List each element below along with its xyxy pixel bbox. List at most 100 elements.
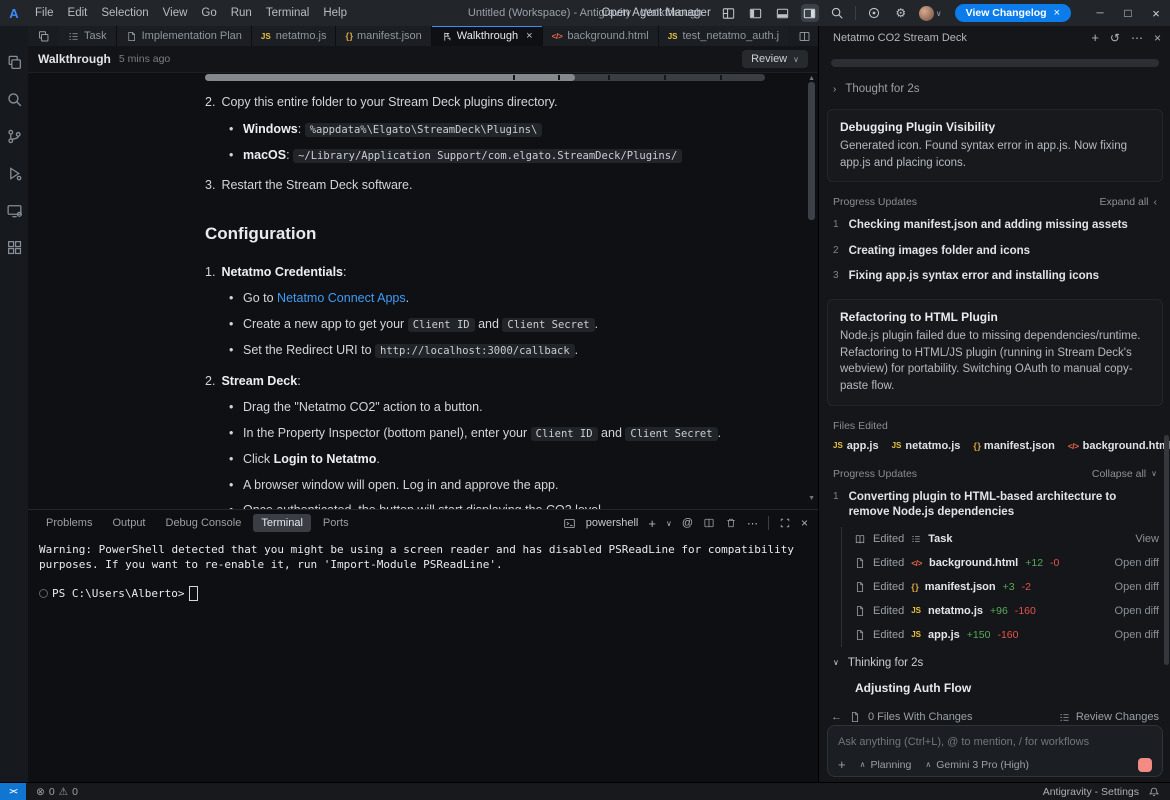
terminal-dropdown-icon[interactable]: ∨ xyxy=(666,519,672,528)
problems-status[interactable]: ⊗ 0 ⚠ 0 xyxy=(36,786,78,798)
review-changes-button[interactable]: Review Changes xyxy=(1059,711,1159,723)
edited-row-task[interactable]: Edited Task View xyxy=(842,527,1170,551)
chevron-down-icon: ∨ xyxy=(1151,469,1157,478)
panel-bottom-icon[interactable] xyxy=(774,4,792,22)
agent-scrollbar[interactable] xyxy=(1164,435,1169,665)
edited-row-app-js[interactable]: Edited JS app.js +150 -160 Open diff xyxy=(842,623,1170,647)
tab-walkthrough[interactable]: Walkthrough × xyxy=(432,26,543,46)
terminal-output[interactable]: Warning: PowerShell detected that you mi… xyxy=(28,536,818,601)
account-menu[interactable]: ∨ xyxy=(919,6,942,21)
split-terminal-icon[interactable] xyxy=(703,517,715,529)
open-diff-button[interactable]: Open diff xyxy=(1115,605,1159,617)
menu-selection[interactable]: Selection xyxy=(94,4,155,22)
progress-item[interactable]: 1 Checking manifest.json and adding miss… xyxy=(819,218,1170,234)
tab-problems[interactable]: Problems xyxy=(38,514,100,532)
menu-help[interactable]: Help xyxy=(316,4,354,22)
thought-collapsed-toggle[interactable]: › Thought for 2s xyxy=(819,83,1170,95)
tab-terminal[interactable]: Terminal xyxy=(253,514,311,532)
file-chip-app-js[interactable]: JSapp.js xyxy=(833,440,879,452)
agent-input[interactable] xyxy=(838,736,1152,748)
bell-icon[interactable] xyxy=(1148,786,1160,798)
changelog-dismiss-icon[interactable]: × xyxy=(1054,7,1060,19)
tab-test-netatmo-auth[interactable]: JS test_netatmo_auth.j xyxy=(659,26,788,46)
panel-left-icon[interactable] xyxy=(747,4,765,22)
collapse-all-button[interactable]: Collapse all ∨ xyxy=(1092,468,1157,480)
open-diff-button[interactable]: Open diff xyxy=(1115,581,1159,593)
minimize-button[interactable]: ─ xyxy=(1086,0,1114,26)
edited-row-manifest-json[interactable]: Edited { } manifest.json +3 -2 Open diff xyxy=(842,575,1170,599)
open-diff-button[interactable]: Open diff xyxy=(1115,629,1159,641)
thinking-toggle[interactable]: ∨ Thinking for 2s xyxy=(819,657,1170,669)
tab-close-icon[interactable]: × xyxy=(526,30,532,42)
stop-generation-button[interactable] xyxy=(1138,758,1152,772)
progress-item[interactable]: 2 Creating images folder and icons xyxy=(819,244,1170,260)
new-conversation-icon[interactable]: + xyxy=(1091,30,1099,45)
agent-sessions-icon[interactable] xyxy=(4,200,24,220)
expand-all-button[interactable]: Expand all ‹ xyxy=(1099,196,1157,208)
planning-mode-selector[interactable]: ∧ Planning xyxy=(860,759,912,771)
model-selector[interactable]: ∧ Gemini 3 Pro (High) xyxy=(925,759,1029,771)
menu-file[interactable]: File xyxy=(28,4,61,22)
history-icon[interactable]: ↺ xyxy=(1110,31,1120,45)
tab-ports[interactable]: Ports xyxy=(315,514,357,532)
run-debug-icon[interactable] xyxy=(4,163,24,183)
command-decoration-icon[interactable] xyxy=(39,589,48,598)
menu-run[interactable]: Run xyxy=(224,4,259,22)
panel-right-icon[interactable] xyxy=(801,4,819,22)
tab-netatmo-js[interactable]: JS netatmo.js xyxy=(252,26,337,46)
maximize-panel-icon[interactable] xyxy=(779,517,791,529)
progress-item[interactable]: 1 Converting plugin to HTML-based archit… xyxy=(819,490,1170,521)
split-editor-icon[interactable] xyxy=(798,30,811,43)
review-button[interactable]: Review ∨ xyxy=(742,50,808,68)
more-actions-icon[interactable]: ⋯ xyxy=(747,517,758,530)
file-chip-netatmo-js[interactable]: JSnetatmo.js xyxy=(892,440,961,452)
source-control-icon[interactable] xyxy=(4,126,24,146)
kill-terminal-icon[interactable] xyxy=(725,517,737,529)
close-panel-icon[interactable]: × xyxy=(801,516,808,530)
tab-task[interactable]: Task xyxy=(59,26,117,46)
tab-debug-console[interactable]: Debug Console xyxy=(158,514,250,532)
menu-edit[interactable]: Edit xyxy=(61,4,95,22)
layout-grid-icon[interactable] xyxy=(720,4,738,22)
file-chip-background-html[interactable]: </>background.html xyxy=(1068,440,1170,452)
open-diff-button[interactable]: Open diff xyxy=(1115,557,1159,569)
edited-row-background-html[interactable]: Edited </> background.html +12 -0 Open d… xyxy=(842,551,1170,575)
menu-go[interactable]: Go xyxy=(194,4,223,22)
more-actions-icon[interactable]: ⋯ xyxy=(1131,31,1143,45)
mention-icon[interactable]: @ xyxy=(682,517,693,529)
doc-progress-slider[interactable] xyxy=(205,74,765,81)
attach-icon[interactable]: + xyxy=(838,757,846,772)
view-button[interactable]: View xyxy=(1135,533,1159,545)
agent-input-box[interactable]: + ∧ Planning ∧ Gemini 3 Pro (High) xyxy=(827,725,1163,777)
back-icon[interactable]: ← xyxy=(831,711,842,723)
menu-terminal[interactable]: Terminal xyxy=(259,4,316,22)
close-button[interactable]: × xyxy=(1142,0,1170,26)
shell-name[interactable]: powershell xyxy=(586,517,639,529)
settings-status[interactable]: Antigravity - Settings xyxy=(1043,786,1170,798)
maximize-button[interactable]: □ xyxy=(1114,0,1142,26)
edited-row-netatmo-js[interactable]: Edited JS netatmo.js +96 -160 Open diff xyxy=(842,599,1170,623)
close-panel-icon[interactable]: × xyxy=(1154,31,1161,45)
menu-view[interactable]: View xyxy=(156,4,195,22)
netatmo-connect-apps-link[interactable]: Netatmo Connect Apps xyxy=(277,291,406,305)
progress-item[interactable]: 3 Fixing app.js syntax error and install… xyxy=(819,269,1170,285)
file-chip-manifest-json[interactable]: { }manifest.json xyxy=(973,440,1054,452)
editor-scrollbar[interactable] xyxy=(808,82,815,220)
new-terminal-icon[interactable]: + xyxy=(648,516,656,531)
remote-indicator[interactable]: >< xyxy=(0,783,26,800)
search-icon[interactable] xyxy=(828,4,846,22)
tab-background-html[interactable]: </> background.html xyxy=(543,26,659,46)
explorer-icon[interactable] xyxy=(4,52,24,72)
open-editors-icon[interactable] xyxy=(28,26,59,46)
search-sidebar-icon[interactable] xyxy=(4,89,24,109)
tab-implementation-plan[interactable]: Implementation Plan xyxy=(117,26,252,46)
settings-gear-icon[interactable]: ⚙ xyxy=(892,4,910,22)
scroll-down-icon[interactable]: ▼ xyxy=(808,494,815,505)
extensions-icon[interactable] xyxy=(4,237,24,257)
open-agent-manager-button[interactable]: Open Agent Manager xyxy=(601,7,710,19)
record-status-icon[interactable] xyxy=(865,4,883,22)
tab-output[interactable]: Output xyxy=(104,514,153,532)
agent-conversation[interactable]: › Thought for 2s Debugging Plugin Visibi… xyxy=(819,49,1170,706)
view-changelog-button[interactable]: View Changelog × xyxy=(955,4,1071,22)
tab-manifest-json[interactable]: { } manifest.json xyxy=(336,26,431,46)
